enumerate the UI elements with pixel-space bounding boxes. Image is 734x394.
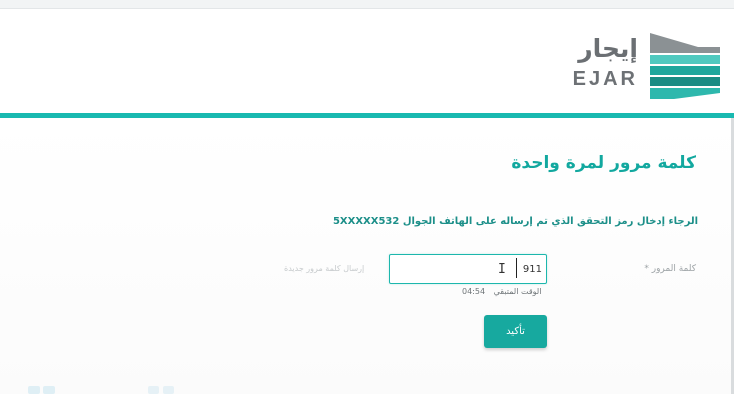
- site-header: إيجار EJAR: [0, 9, 734, 113]
- confirm-button[interactable]: تأكيد: [484, 315, 547, 348]
- resend-password-link[interactable]: إرسال كلمة مرور جديدة: [284, 264, 364, 273]
- password-label: كلمة المرور *: [644, 264, 696, 274]
- time-remaining: الوقت المتبقي 04:54: [462, 287, 541, 296]
- browser-top-strip: [0, 0, 734, 9]
- page: إيجار EJAR كلمة مرور لمرة واحدة الرجاء إ…: [0, 0, 734, 394]
- otp-password-input[interactable]: [389, 254, 547, 284]
- time-remaining-value: 04:54: [462, 287, 486, 296]
- ejar-logo[interactable]: إيجار EJAR: [560, 33, 720, 103]
- faded-footer-icons: [28, 386, 174, 394]
- logo-arabic-text: إيجار: [578, 34, 638, 63]
- ejar-logo-mark-icon: [650, 33, 720, 99]
- time-remaining-label: الوقت المتبقي: [493, 287, 542, 296]
- page-title: كلمة مرور لمرة واحدة: [511, 153, 696, 173]
- text-caret: [516, 258, 517, 278]
- logo-english-text: EJAR: [572, 68, 638, 90]
- otp-instruction-text: الرجاء إدخال رمز التحقق الذي تم إرساله ع…: [332, 216, 698, 227]
